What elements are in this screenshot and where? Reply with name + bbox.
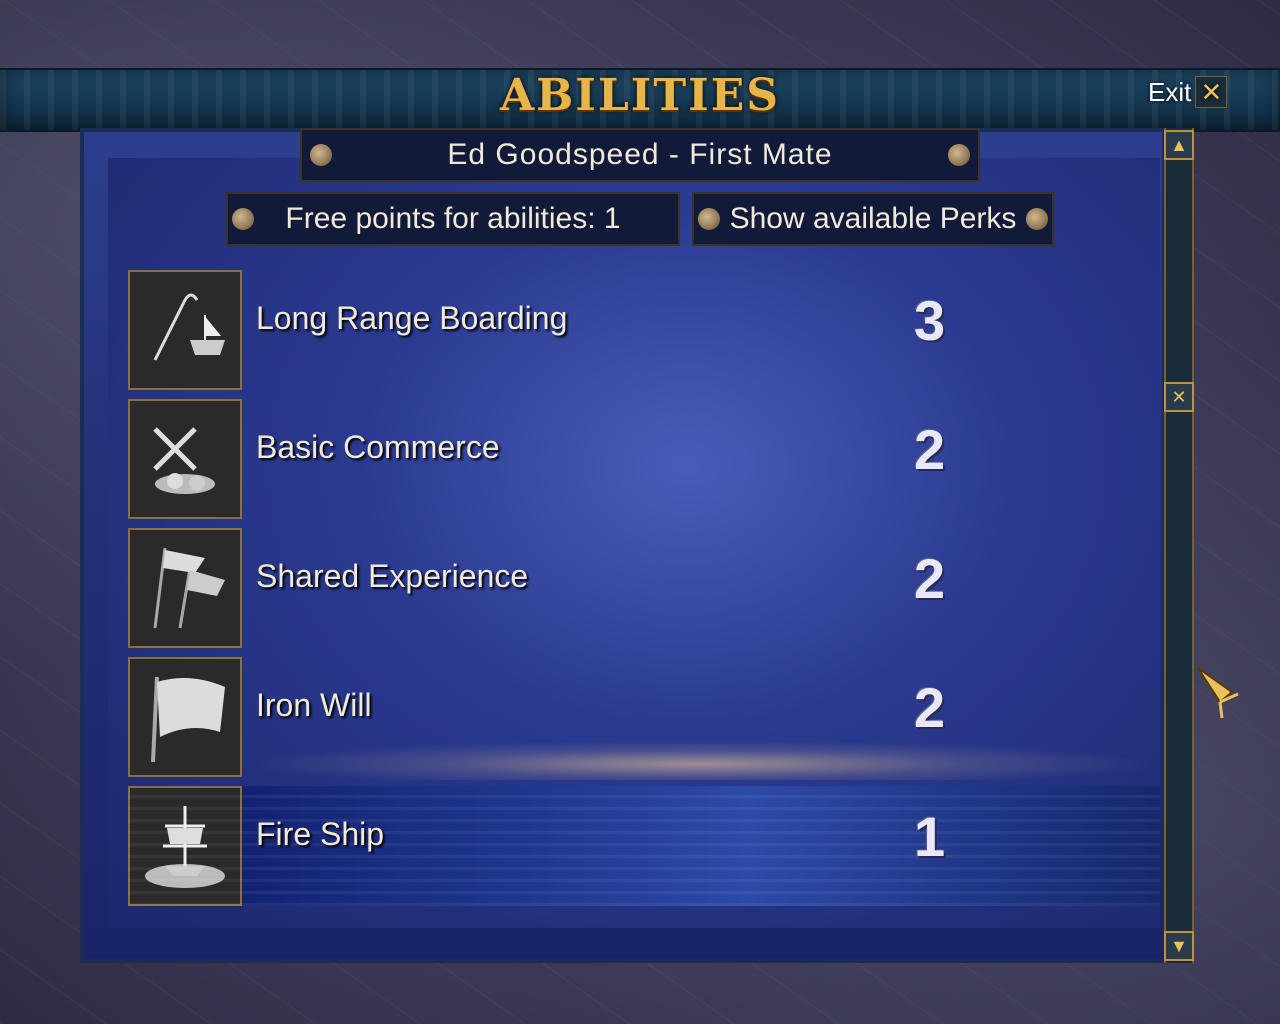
ability-name: Long Range Boarding <box>256 300 568 336</box>
show-perks-label: Show available Perks <box>729 202 1017 235</box>
ability-row-selected[interactable]: Fire Ship 1 <box>128 786 1160 906</box>
exit-button[interactable]: Exit ✕ <box>1148 76 1228 108</box>
grappling-hook-icon <box>128 270 242 390</box>
ability-name: Iron Will <box>256 687 372 723</box>
commerce-icon <box>128 399 242 519</box>
ability-row[interactable]: Iron Will 2 <box>128 657 1160 777</box>
ability-value: 1 <box>914 805 946 868</box>
flag-icon <box>128 657 242 777</box>
ability-row[interactable]: Basic Commerce 2 <box>128 399 1160 519</box>
ability-value: 2 <box>914 676 946 739</box>
character-name: Ed Goodspeed - First Mate <box>300 128 980 182</box>
ability-name: Basic Commerce <box>256 429 500 465</box>
exit-label: Exit <box>1148 76 1192 107</box>
skull-icon <box>310 144 332 166</box>
ability-row[interactable]: Shared Experience 2 <box>128 528 1160 648</box>
ability-name: Fire Ship <box>256 816 385 852</box>
skull-icon <box>232 208 254 230</box>
skull-icon <box>1026 208 1048 230</box>
character-name-text: Ed Goodspeed - First Mate <box>447 138 833 171</box>
ability-name: Shared Experience <box>256 558 529 594</box>
ability-value: 3 <box>914 289 946 352</box>
flags-icon <box>128 528 242 648</box>
ability-value: 2 <box>914 418 946 481</box>
scrollbar[interactable]: ▲ ✕ ▼ <box>1164 128 1194 963</box>
close-icon[interactable]: ✕ <box>1195 76 1228 108</box>
scroll-thumb[interactable]: ✕ <box>1164 382 1194 412</box>
fire-ship-icon <box>128 786 242 906</box>
ability-value: 2 <box>914 547 946 610</box>
show-perks-button[interactable]: Show available Perks <box>692 192 1054 246</box>
compass-cursor-icon <box>1197 667 1239 719</box>
skull-icon <box>948 144 970 166</box>
scroll-down-button[interactable]: ▼ <box>1164 931 1194 961</box>
free-points: Free points for abilities: 1 <box>226 192 680 246</box>
free-points-text: Free points for abilities: 1 <box>285 202 621 235</box>
ability-row[interactable]: Long Range Boarding 3 <box>128 270 1160 390</box>
scroll-up-button[interactable]: ▲ <box>1164 130 1194 160</box>
skull-icon <box>698 208 720 230</box>
page-title: ABILITIES <box>499 70 781 121</box>
